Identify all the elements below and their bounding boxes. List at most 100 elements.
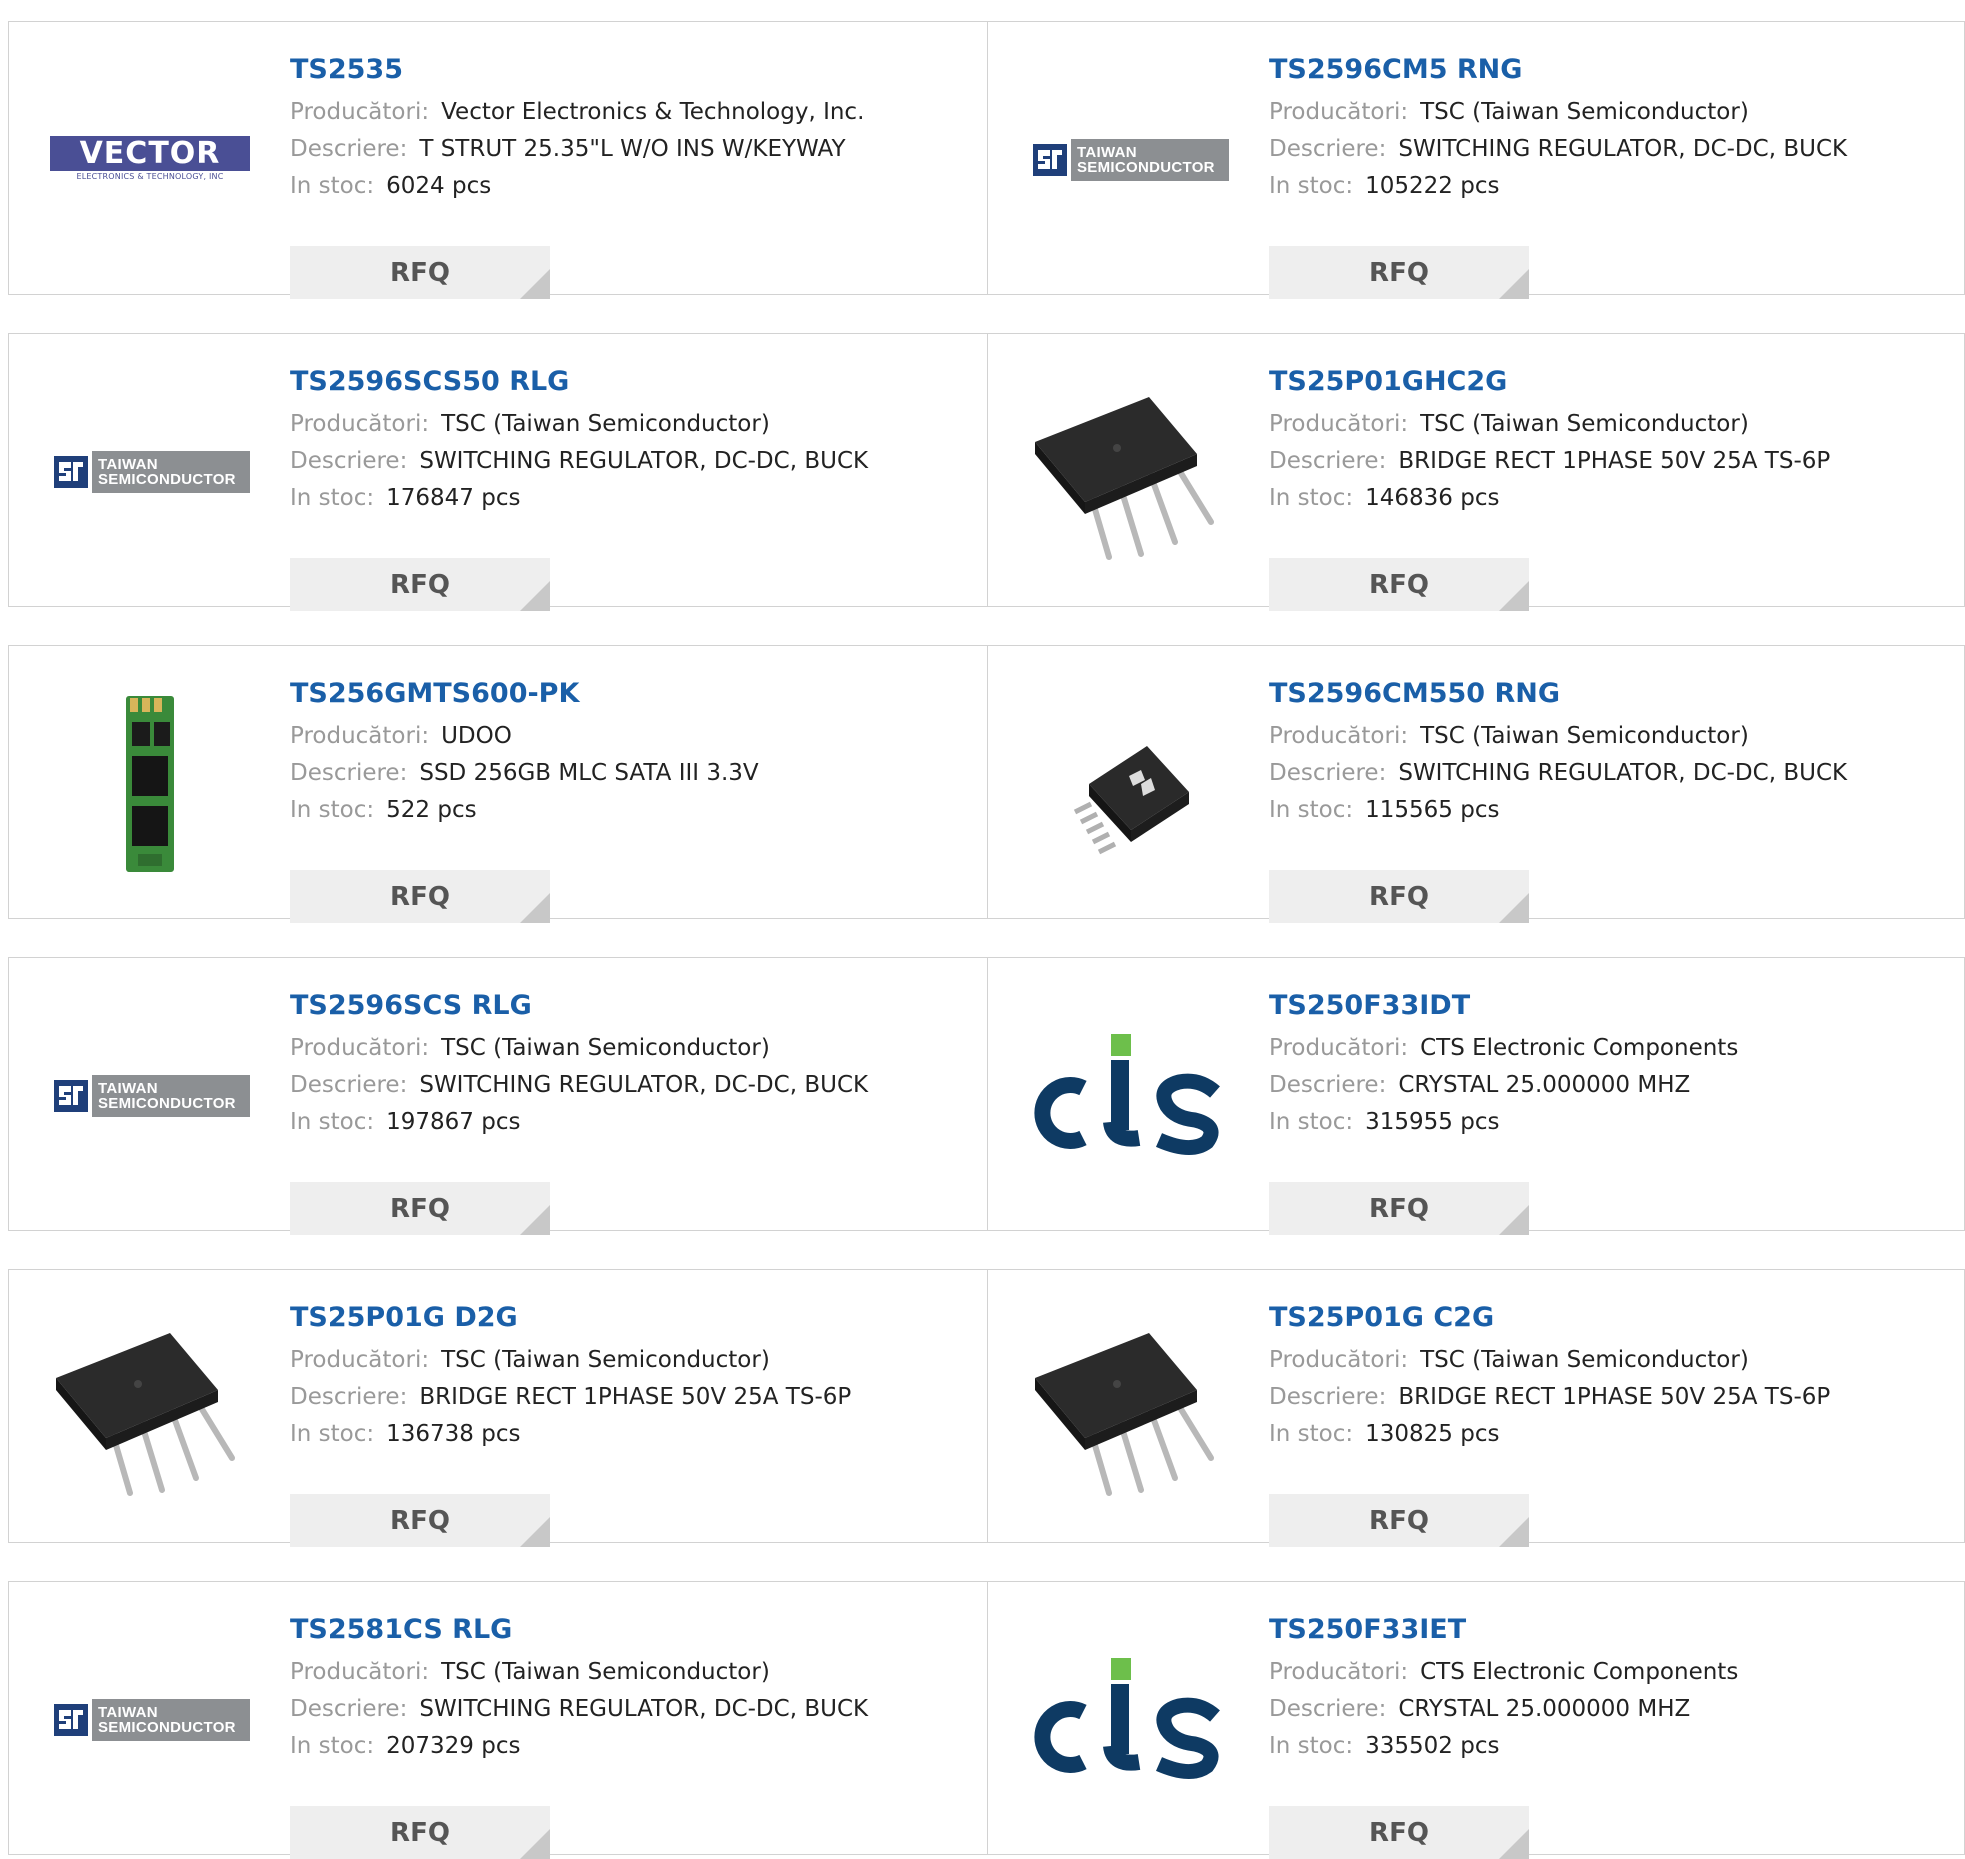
stock-line: In stoc: 315955 pcs bbox=[1269, 1104, 1965, 1141]
description-line: Descriere: BRIDGE RECT 1PHASE 50V 25A TS-… bbox=[290, 1379, 987, 1416]
rfq-label: RFQ bbox=[1369, 881, 1429, 912]
rfq-label: RFQ bbox=[390, 881, 450, 912]
part-number-link[interactable]: TS2581CS RLG bbox=[290, 1612, 512, 1648]
product-card: TAIWAN SEMICONDUCTOR TS2596SCS RLG Produc… bbox=[9, 958, 987, 1235]
rfq-label: RFQ bbox=[1369, 1817, 1429, 1848]
part-number-link[interactable]: TS25P01G C2G bbox=[1269, 1300, 1494, 1336]
stock-line: In stoc: 6024 pcs bbox=[290, 168, 987, 205]
rfq-button[interactable]: RFQ bbox=[290, 1806, 550, 1859]
corner-triangle-icon bbox=[520, 893, 550, 923]
description-value: SWITCHING REGULATOR, DC-DC, BUCK bbox=[419, 1696, 869, 1722]
part-number-link[interactable]: TS2535 bbox=[290, 52, 403, 88]
product-info: TS2596CM5 RNG Producători: TSC (Taiwan Sem… bbox=[1269, 52, 1965, 299]
corner-triangle-icon bbox=[1499, 1517, 1529, 1547]
description-value: SSD 256GB MLC SATA III 3.3V bbox=[419, 760, 759, 786]
description-value: SWITCHING REGULATOR, DC-DC, BUCK bbox=[1398, 136, 1848, 162]
manufacturer-label: Producători: bbox=[1269, 1035, 1409, 1061]
product-row: TAIWAN SEMICONDUCTOR TS2581CS RLG Producă… bbox=[8, 1581, 1965, 1859]
vector-logo-title: VECTOR bbox=[50, 136, 250, 171]
tsc-mark-icon bbox=[50, 1075, 92, 1117]
manufacturer-value: Vector Electronics & Technology, Inc. bbox=[441, 99, 865, 125]
part-number-link[interactable]: TS250F33IET bbox=[1269, 1612, 1466, 1648]
product-card: TS2596CM550 RNG Producători: TSC (Taiwan S… bbox=[988, 646, 1965, 923]
manufacturer-line: Producători: TSC (Taiwan Semiconductor) bbox=[1269, 718, 1965, 755]
manufacturer-value: TSC (Taiwan Semiconductor) bbox=[1420, 1347, 1749, 1373]
manufacturer-value: TSC (Taiwan Semiconductor) bbox=[1420, 723, 1749, 749]
cts-logo bbox=[1034, 1658, 1220, 1779]
rfq-label: RFQ bbox=[1369, 569, 1429, 600]
rfq-button[interactable]: RFQ bbox=[290, 1182, 550, 1235]
rfq-button[interactable]: RFQ bbox=[1269, 558, 1529, 611]
description-label: Descriere: bbox=[1269, 1696, 1387, 1722]
part-number-link[interactable]: TS250F33IDT bbox=[1269, 988, 1470, 1024]
tsc-logo-text: TAIWAN SEMICONDUCTOR bbox=[1071, 145, 1215, 175]
description-value: T STRUT 25.35"L W/O INS W/KEYWAY bbox=[419, 136, 846, 162]
part-number-link[interactable]: TS25P01G D2G bbox=[290, 1300, 518, 1336]
rfq-button[interactable]: RFQ bbox=[290, 1494, 550, 1547]
rfq-button[interactable]: RFQ bbox=[290, 870, 550, 923]
corner-triangle-icon bbox=[520, 1517, 550, 1547]
description-label: Descriere: bbox=[290, 760, 408, 786]
manufacturer-label: Producători: bbox=[1269, 1347, 1409, 1373]
product-card: TAIWAN SEMICONDUCTOR TS2596CM5 RNG Produc… bbox=[988, 22, 1965, 299]
description-line: Descriere: SWITCHING REGULATOR, DC-DC, BU… bbox=[290, 443, 987, 480]
rfq-label: RFQ bbox=[390, 1193, 450, 1224]
manufacturer-label: Producători: bbox=[1269, 99, 1409, 125]
rfq-label: RFQ bbox=[1369, 1193, 1429, 1224]
product-card: TS25P01G D2G Producători: TSC (Taiwan Semi… bbox=[9, 1270, 987, 1547]
description-label: Descriere: bbox=[290, 448, 408, 474]
rfq-button[interactable]: RFQ bbox=[1269, 1806, 1529, 1859]
product-row: TS25P01G D2G Producători: TSC (Taiwan Semi… bbox=[8, 1269, 1965, 1547]
description-value: BRIDGE RECT 1PHASE 50V 25A TS-6P bbox=[1398, 1384, 1831, 1410]
stock-value: 315955 pcs bbox=[1365, 1109, 1500, 1135]
description-label: Descriere: bbox=[1269, 760, 1387, 786]
product-info: TS2596SCS50 RLG Producători: TSC (Taiwan S… bbox=[290, 364, 987, 611]
description-value: SWITCHING REGULATOR, DC-DC, BUCK bbox=[1398, 760, 1848, 786]
rfq-button[interactable]: RFQ bbox=[1269, 1494, 1529, 1547]
manufacturer-line: Producători: TSC (Taiwan Semiconductor) bbox=[290, 406, 987, 443]
tsc-logo: TAIWAN SEMICONDUCTOR bbox=[50, 451, 250, 493]
part-number-link[interactable]: TS2596CM5 RNG bbox=[1269, 52, 1522, 88]
product-info: TS250F33IDT Producători: CTS Electronic Co… bbox=[1269, 988, 1965, 1235]
description-line: Descriere: CRYSTAL 25.000000 MHZ bbox=[1269, 1067, 1965, 1104]
manufacturer-value: UDOO bbox=[441, 723, 512, 749]
m2-ssd-image bbox=[126, 696, 174, 872]
product-card: TS256GMTS600-PK Producători: UDOO Descriere… bbox=[9, 646, 987, 923]
stock-label: In stoc: bbox=[290, 1109, 375, 1135]
corner-triangle-icon bbox=[1499, 893, 1529, 923]
stock-value: 146836 pcs bbox=[1365, 485, 1500, 511]
description-line: Descriere: BRIDGE RECT 1PHASE 50V 25A TS-… bbox=[1269, 1379, 1965, 1416]
part-number-link[interactable]: TS2596SCS RLG bbox=[290, 988, 532, 1024]
part-number-link[interactable]: TS256GMTS600-PK bbox=[290, 676, 579, 712]
product-card: VECTOR ELECTRONICS & TECHNOLOGY, INC TS2… bbox=[9, 22, 987, 299]
description-label: Descriere: bbox=[1269, 1072, 1387, 1098]
description-line: Descriere: SWITCHING REGULATOR, DC-DC, BU… bbox=[1269, 131, 1965, 168]
tsc-logo-line1: TAIWAN bbox=[98, 456, 158, 473]
rfq-button[interactable]: RFQ bbox=[290, 246, 550, 299]
vector-logo-subtitle: ELECTRONICS & TECHNOLOGY, INC bbox=[76, 172, 224, 181]
tsc-logo: TAIWAN SEMICONDUCTOR bbox=[50, 1699, 250, 1741]
description-value: SWITCHING REGULATOR, DC-DC, BUCK bbox=[419, 448, 869, 474]
description-label: Descriere: bbox=[1269, 136, 1387, 162]
cts-logo bbox=[1034, 1034, 1220, 1155]
stock-value: 197867 pcs bbox=[386, 1109, 521, 1135]
tsc-logo-line2: SEMICONDUCTOR bbox=[98, 1719, 236, 1736]
part-number-link[interactable]: TS2596CM550 RNG bbox=[1269, 676, 1560, 712]
manufacturer-label: Producători: bbox=[1269, 411, 1409, 437]
stock-line: In stoc: 105222 pcs bbox=[1269, 168, 1965, 205]
description-label: Descriere: bbox=[1269, 448, 1387, 474]
rfq-button[interactable]: RFQ bbox=[1269, 246, 1529, 299]
rfq-button[interactable]: RFQ bbox=[1269, 1182, 1529, 1235]
product-row: TAIWAN SEMICONDUCTOR TS2596SCS RLG Produc… bbox=[8, 957, 1965, 1235]
product-image bbox=[50, 684, 250, 884]
manufacturer-line: Producători: TSC (Taiwan Semiconductor) bbox=[1269, 94, 1965, 131]
tsc-logo-line2: SEMICONDUCTOR bbox=[98, 1095, 236, 1112]
part-number-link[interactable]: TS2596SCS50 RLG bbox=[290, 364, 569, 400]
sop-chip-image bbox=[1073, 746, 1189, 855]
product-image: TAIWAN SEMICONDUCTOR bbox=[50, 372, 250, 572]
rfq-button[interactable]: RFQ bbox=[1269, 870, 1529, 923]
description-value: SWITCHING REGULATOR, DC-DC, BUCK bbox=[419, 1072, 869, 1098]
rfq-button[interactable]: RFQ bbox=[290, 558, 550, 611]
part-number-link[interactable]: TS25P01GHC2G bbox=[1269, 364, 1507, 400]
description-value: BRIDGE RECT 1PHASE 50V 25A TS-6P bbox=[419, 1384, 852, 1410]
